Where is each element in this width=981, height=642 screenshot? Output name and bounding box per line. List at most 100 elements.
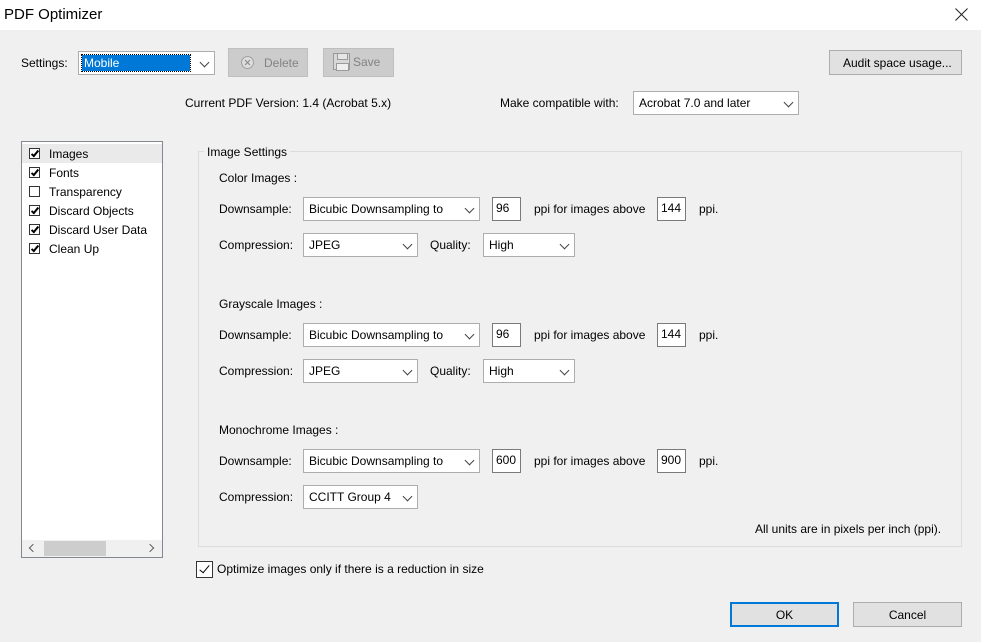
scroll-right-icon[interactable]: [145, 543, 155, 553]
grayscale-downsample-value: Bicubic Downsampling to: [309, 328, 444, 342]
chevron-down-icon: [559, 239, 570, 250]
color-ppi-unit: ppi.: [699, 202, 719, 216]
optimize-only-label: Optimize images only if there is a reduc…: [217, 562, 484, 576]
chevron-down-icon: [464, 203, 475, 214]
mono-downsample-dropdown[interactable]: Bicubic Downsampling to: [303, 449, 480, 473]
sidebar-item-discard-user-data[interactable]: Discard User Data: [22, 220, 162, 239]
sidebar-item-transparency[interactable]: Transparency: [22, 182, 162, 201]
mono-compression-value: CCITT Group 4: [309, 490, 391, 504]
mono-downsample-label: Downsample:: [219, 454, 292, 468]
grayscale-images-heading: Grayscale Images :: [219, 297, 323, 311]
check-icon: [30, 167, 40, 177]
audit-space-usage-button[interactable]: Audit space usage...: [829, 50, 962, 75]
scroll-left-icon[interactable]: [28, 543, 38, 553]
sidebar-item-images[interactable]: Images: [22, 144, 162, 163]
sidebar-item-discard-objects[interactable]: Discard Objects: [22, 201, 162, 220]
chevron-down-icon: [783, 97, 794, 108]
current-pdf-version: Current PDF Version: 1.4 (Acrobat 5.x): [185, 96, 392, 110]
sidebar-item-fonts[interactable]: Fonts: [22, 163, 162, 182]
cancel-button[interactable]: Cancel: [853, 602, 962, 627]
color-quality-label: Quality:: [430, 238, 471, 252]
units-note: All units are in pixels per inch (ppi).: [755, 522, 942, 536]
save-button-label: Save: [353, 55, 381, 69]
compat-dropdown[interactable]: Acrobat 7.0 and later: [633, 91, 799, 115]
close-icon[interactable]: [951, 4, 973, 26]
audit-button-label: Audit space usage...: [843, 56, 952, 70]
settings-value: Mobile: [81, 54, 191, 72]
color-quality-dropdown[interactable]: High: [483, 233, 575, 257]
optimize-only-checkbox[interactable]: [196, 561, 213, 578]
check-icon: [30, 243, 40, 253]
check-icon: [30, 224, 40, 234]
cancel-button-label: Cancel: [888, 608, 927, 622]
color-compression-value: JPEG: [309, 238, 341, 252]
save-button[interactable]: Save: [323, 48, 394, 77]
color-ppi-above-label: ppi for images above: [534, 202, 646, 216]
grayscale-quality-label: Quality:: [430, 364, 471, 378]
clean-up-checkbox[interactable]: [29, 243, 40, 254]
sidebar-item-label: Fonts: [49, 166, 80, 180]
sidebar-item-label: Images: [49, 147, 89, 161]
chevron-down-icon: [464, 455, 475, 466]
image-settings-title: Image Settings: [204, 145, 291, 159]
chevron-down-icon: [559, 365, 570, 376]
mono-ppi-unit: ppi.: [699, 454, 719, 468]
transparency-checkbox[interactable]: [29, 186, 40, 197]
grayscale-compression-value: JPEG: [309, 364, 341, 378]
grayscale-quality-value: High: [489, 364, 514, 378]
grayscale-quality-dropdown[interactable]: High: [483, 359, 575, 383]
grayscale-ppi-unit: ppi.: [699, 328, 719, 342]
color-images-heading: Color Images :: [219, 171, 298, 185]
color-downsample-dropdown[interactable]: Bicubic Downsampling to: [303, 197, 480, 221]
color-compression-label: Compression:: [219, 238, 294, 252]
chevron-down-icon: [402, 239, 413, 250]
scrollbar-thumb[interactable]: [44, 541, 106, 556]
compat-label: Make compatible with:: [500, 96, 619, 110]
sidebar-item-label: Discard User Data: [49, 223, 148, 237]
chevron-down-icon: [402, 491, 413, 502]
mono-downsample-value: Bicubic Downsampling to: [309, 454, 444, 468]
grayscale-ppi-above-label: ppi for images above: [534, 328, 646, 342]
window-title: PDF Optimizer: [4, 6, 103, 23]
ok-button-label: OK: [775, 608, 794, 622]
mono-above-input[interactable]: 900: [657, 449, 686, 473]
fonts-checkbox[interactable]: [29, 167, 40, 178]
mono-ppi-above-label: ppi for images above: [534, 454, 646, 468]
check-icon: [30, 148, 40, 158]
save-icon: [333, 53, 350, 71]
color-ppi-input[interactable]: 96: [492, 197, 521, 221]
compat-value: Acrobat 7.0 and later: [639, 96, 751, 110]
discard-objects-checkbox[interactable]: [29, 205, 40, 216]
mono-compression-label: Compression:: [219, 490, 294, 504]
mono-compression-dropdown[interactable]: CCITT Group 4: [303, 485, 418, 509]
grayscale-above-input[interactable]: 144: [657, 323, 686, 347]
grayscale-ppi-input[interactable]: 96: [492, 323, 521, 347]
grayscale-downsample-dropdown[interactable]: Bicubic Downsampling to: [303, 323, 480, 347]
chevron-down-icon: [464, 329, 475, 340]
sidebar-item-label: Clean Up: [49, 242, 100, 256]
horizontal-scrollbar[interactable]: [22, 540, 162, 557]
mono-ppi-input[interactable]: 600: [492, 449, 521, 473]
title-bar: PDF Optimizer: [0, 0, 981, 30]
grayscale-compression-dropdown[interactable]: JPEG: [303, 359, 418, 383]
delete-icon: [241, 56, 254, 69]
sidebar-item-clean-up[interactable]: Clean Up: [22, 239, 162, 258]
monochrome-images-heading: Monochrome Images :: [219, 423, 339, 437]
chevron-down-icon: [199, 57, 210, 68]
images-checkbox[interactable]: [29, 148, 40, 159]
color-downsample-label: Downsample:: [219, 202, 292, 216]
check-icon: [199, 562, 210, 574]
sidebar-item-label: Transparency: [49, 185, 122, 199]
color-quality-value: High: [489, 238, 514, 252]
grayscale-downsample-label: Downsample:: [219, 328, 292, 342]
sidebar-item-label: Discard Objects: [49, 204, 134, 218]
grayscale-compression-label: Compression:: [219, 364, 294, 378]
color-above-input[interactable]: 144: [657, 197, 686, 221]
discard-user-data-checkbox[interactable]: [29, 224, 40, 235]
ok-button[interactable]: OK: [730, 602, 839, 627]
delete-button-label: Delete: [264, 56, 299, 70]
delete-button[interactable]: Delete: [228, 48, 308, 77]
settings-dropdown[interactable]: Mobile: [78, 51, 215, 75]
color-compression-dropdown[interactable]: JPEG: [303, 233, 418, 257]
check-icon: [30, 205, 40, 215]
